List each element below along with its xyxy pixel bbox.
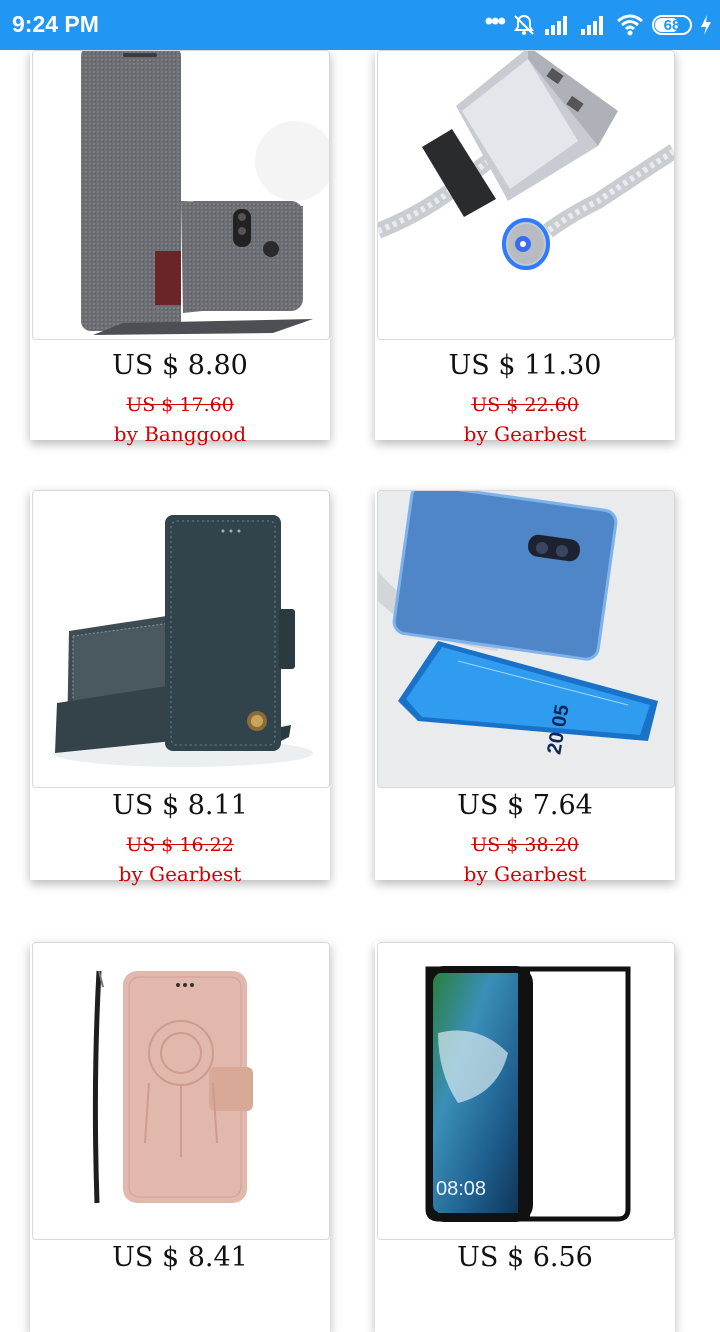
product-image[interactable] (377, 50, 675, 340)
product-card[interactable]: US $ 8.11 US $ 16.22 by Gearbest (30, 490, 330, 886)
product-old-price: US $ 16.22 (126, 834, 234, 856)
product-card[interactable]: US $ 8.41 (30, 942, 330, 1332)
pink-wallet-case-image (92, 970, 253, 1204)
battery-icon: 68 (652, 15, 692, 35)
product-price: US $ 8.41 (112, 1242, 248, 1273)
battery-level: 68 (663, 16, 681, 34)
product-price: US $ 11.30 (448, 350, 602, 381)
status-time: 9:24 PM (12, 11, 99, 37)
signal-icon (544, 14, 572, 36)
mirror-view-case-image: 20 05 (378, 491, 674, 787)
product-card[interactable]: 20 05 US $ 7.64 US $ 38.20 by Gearbest (375, 490, 675, 886)
magnetic-cable-image (378, 51, 674, 270)
product-image[interactable] (32, 490, 330, 788)
product-seller: by Banggood (113, 422, 247, 446)
product-image[interactable] (32, 942, 330, 1240)
screen-protector-image: 08:08 (425, 966, 631, 1222)
alarm-off-icon (512, 13, 536, 37)
screen-protector-clock: 08:08 (436, 1178, 486, 1200)
product-old-price: US $ 17.60 (126, 394, 234, 416)
product-old-price: US $ 38.20 (471, 834, 579, 856)
leather-wallet-case-image (53, 515, 313, 767)
product-card[interactable]: US $ 11.30 US $ 22.60 by Gearbest (375, 50, 675, 446)
charging-icon (700, 14, 712, 36)
status-icons: ••• 68 (485, 10, 712, 40)
product-image[interactable] (32, 50, 330, 340)
product-image[interactable]: 08:08 (377, 942, 675, 1240)
product-card[interactable]: 08:08 US $ 6.56 (375, 942, 675, 1332)
more-dots-icon: ••• (484, 8, 506, 35)
product-price: US $ 8.80 (112, 350, 248, 381)
product-seller: by Gearbest (118, 862, 242, 886)
product-card[interactable]: US $ 8.80 US $ 17.60 by Banggood (30, 50, 330, 446)
product-seller: by Gearbest (463, 862, 587, 886)
status-bar: 9:24 PM ••• 68 (0, 0, 720, 50)
fabric-flip-case-image (81, 51, 329, 335)
product-old-price: US $ 22.60 (471, 394, 579, 416)
signal-icon (580, 14, 608, 36)
product-price: US $ 7.64 (457, 790, 593, 821)
product-price: US $ 6.56 (457, 1242, 593, 1273)
product-seller: by Gearbest (463, 422, 587, 446)
product-price: US $ 8.11 (112, 790, 248, 821)
wifi-icon (616, 14, 644, 36)
product-image[interactable]: 20 05 (377, 490, 675, 788)
